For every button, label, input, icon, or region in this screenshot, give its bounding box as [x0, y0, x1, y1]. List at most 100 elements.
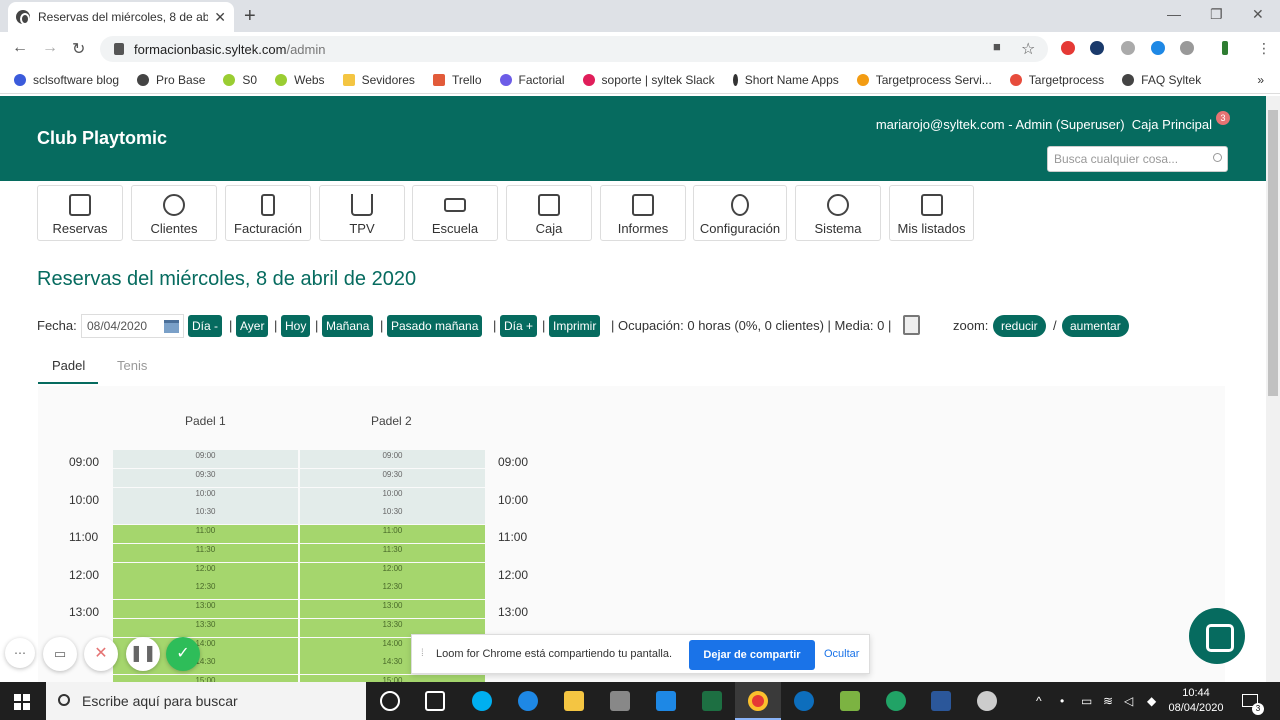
- time-slot[interactable]: 13:30: [113, 618, 298, 637]
- battery-icon[interactable]: ▭: [1081, 694, 1092, 708]
- time-slot[interactable]: 12:00: [300, 562, 485, 581]
- stop-sharing-button[interactable]: Dejar de compartir: [689, 640, 815, 670]
- hoy-button[interactable]: Hoy: [281, 315, 311, 337]
- wifi-icon[interactable]: ≋: [1103, 694, 1113, 708]
- tab-tenis[interactable]: Tenis: [117, 358, 147, 373]
- edge-icon[interactable]: [518, 691, 538, 711]
- loom-pause-icon[interactable]: ❚❚: [126, 637, 160, 671]
- tab-padel[interactable]: Padel: [52, 358, 85, 373]
- tray-chevron-icon[interactable]: ^: [1036, 694, 1042, 708]
- windows-start-icon[interactable]: [14, 694, 30, 710]
- bookmark-folder[interactable]: Sevidores: [342, 73, 415, 87]
- time-slot[interactable]: 13:00: [113, 600, 298, 618]
- module-informes-button[interactable]: Informes: [600, 185, 686, 241]
- paint-icon[interactable]: [977, 691, 997, 711]
- time-slot[interactable]: 11:30: [300, 543, 485, 562]
- loom-more-icon[interactable]: ⋯: [5, 638, 35, 668]
- task-view-icon[interactable]: [425, 691, 445, 711]
- time-slot[interactable]: 15:00: [113, 675, 298, 682]
- window-close-icon[interactable]: ✕: [1252, 6, 1264, 23]
- time-slot[interactable]: 11:00: [300, 525, 485, 543]
- close-tab-icon[interactable]: ✕: [214, 9, 226, 26]
- time-slot[interactable]: 11:30: [113, 543, 298, 562]
- back-icon[interactable]: ←: [12, 39, 28, 57]
- pasado-manana-button[interactable]: Pasado mañana: [387, 315, 483, 337]
- reload-icon[interactable]: ↻: [72, 39, 85, 59]
- notepad-icon[interactable]: [840, 691, 860, 711]
- bookmark-item[interactable]: Targetprocess Servi...: [856, 73, 992, 87]
- mail-icon[interactable]: [656, 691, 676, 711]
- global-search-input[interactable]: Busca cualquier cosa...: [1047, 146, 1228, 172]
- time-slot[interactable]: 15:00: [300, 675, 485, 682]
- microphone-icon[interactable]: •: [1060, 694, 1064, 708]
- taskbar-clock[interactable]: 10:44 08/04/2020: [1168, 686, 1224, 716]
- caja-link[interactable]: Caja Principal: [1132, 117, 1212, 132]
- extension-loom-icon[interactable]: [1061, 41, 1075, 55]
- scrollbar-thumb[interactable]: [1268, 110, 1278, 396]
- bookmark-item[interactable]: Webs: [275, 73, 325, 87]
- module-sistema-button[interactable]: Sistema: [795, 185, 881, 241]
- loom-finish-icon[interactable]: ✓: [166, 637, 200, 671]
- star-icon[interactable]: ☆: [1021, 39, 1035, 59]
- drag-handle-icon[interactable]: ⁞: [421, 648, 424, 659]
- chrome-menu-icon[interactable]: ⋮: [1257, 41, 1271, 55]
- module-reservas-button[interactable]: Reservas: [37, 185, 123, 241]
- time-slot[interactable]: 09:30: [300, 468, 485, 487]
- chat-support-button[interactable]: [1189, 608, 1245, 664]
- time-slot[interactable]: 10:30: [300, 506, 485, 525]
- imprimir-button[interactable]: Imprimir: [549, 315, 601, 337]
- time-slot[interactable]: 11:00: [113, 525, 298, 543]
- extension-camera-icon[interactable]: [1180, 41, 1194, 55]
- bookmark-item[interactable]: Factorial: [499, 73, 565, 87]
- loom-camera-icon[interactable]: ▭: [43, 637, 77, 671]
- bookmark-item[interactable]: Pro Base: [137, 73, 205, 87]
- time-slot[interactable]: 09:30: [113, 468, 298, 487]
- address-bar[interactable]: formacionbasic.syltek.com/admin: [100, 36, 1048, 62]
- module-caja-button[interactable]: Caja: [506, 185, 592, 241]
- chrome-icon[interactable]: [748, 691, 768, 711]
- time-slot[interactable]: 12:00: [113, 562, 298, 581]
- bookmark-item[interactable]: Trello: [432, 73, 482, 87]
- module-escuela-button[interactable]: Escuela: [412, 185, 498, 241]
- zoom-reduce-button[interactable]: reducir: [993, 315, 1046, 337]
- module-mis-listados-button[interactable]: Mis listados: [889, 185, 974, 241]
- dropbox-icon[interactable]: ◆: [1147, 694, 1156, 708]
- day-plus-button[interactable]: Día +: [500, 315, 538, 337]
- browser-tab[interactable]: Reservas del miércoles, 8 de abril ✕: [8, 2, 234, 32]
- camera-icon[interactable]: ■: [993, 39, 1001, 54]
- module-facturacion-button[interactable]: Facturación: [225, 185, 311, 241]
- skype-icon[interactable]: [472, 691, 492, 711]
- time-slot[interactable]: 12:30: [113, 581, 298, 600]
- forward-icon[interactable]: →: [42, 39, 58, 57]
- cortana-icon[interactable]: [380, 691, 400, 711]
- new-tab-icon[interactable]: +: [244, 6, 256, 26]
- module-tpv-button[interactable]: TPV: [319, 185, 405, 241]
- time-slot[interactable]: 12:30: [300, 581, 485, 600]
- calendar-picker-icon[interactable]: [164, 320, 179, 333]
- time-slot[interactable]: 09:00: [300, 450, 485, 468]
- user-account[interactable]: mariarojo@syltek.com - Admin (Superuser): [876, 117, 1125, 132]
- time-slot[interactable]: 10:30: [113, 506, 298, 525]
- loom-cancel-icon[interactable]: ✕: [84, 637, 118, 671]
- time-slot[interactable]: 09:00: [113, 450, 298, 468]
- extension-icon[interactable]: [1090, 41, 1104, 55]
- clipboard-icon[interactable]: [903, 315, 920, 335]
- excel-icon[interactable]: [702, 691, 722, 711]
- module-clientes-button[interactable]: Clientes: [131, 185, 217, 241]
- manana-button[interactable]: Mañana: [322, 315, 374, 337]
- bookmark-item[interactable]: soporte | syltek Slack: [582, 73, 715, 87]
- maximize-icon[interactable]: ❐: [1210, 6, 1223, 23]
- volume-icon[interactable]: ◁: [1124, 694, 1133, 708]
- extension-chat-icon[interactable]: [1121, 41, 1135, 55]
- day-minus-button[interactable]: Día -: [188, 315, 223, 337]
- more-bookmarks-icon[interactable]: »: [1257, 73, 1264, 87]
- hide-button[interactable]: Ocultar: [824, 648, 859, 660]
- module-configuracion-button[interactable]: Configuración: [693, 185, 787, 241]
- time-slot[interactable]: 13:00: [300, 600, 485, 618]
- bookmark-item[interactable]: Short Name Apps: [732, 73, 839, 87]
- time-slot[interactable]: 10:00: [113, 487, 298, 506]
- taskbar-search-input[interactable]: Escribe aquí para buscar: [46, 682, 366, 720]
- bookmark-item[interactable]: FAQ Syltek: [1122, 73, 1201, 87]
- minimize-icon[interactable]: —: [1167, 6, 1181, 22]
- bookmark-item[interactable]: sclsoftware blog: [14, 73, 119, 87]
